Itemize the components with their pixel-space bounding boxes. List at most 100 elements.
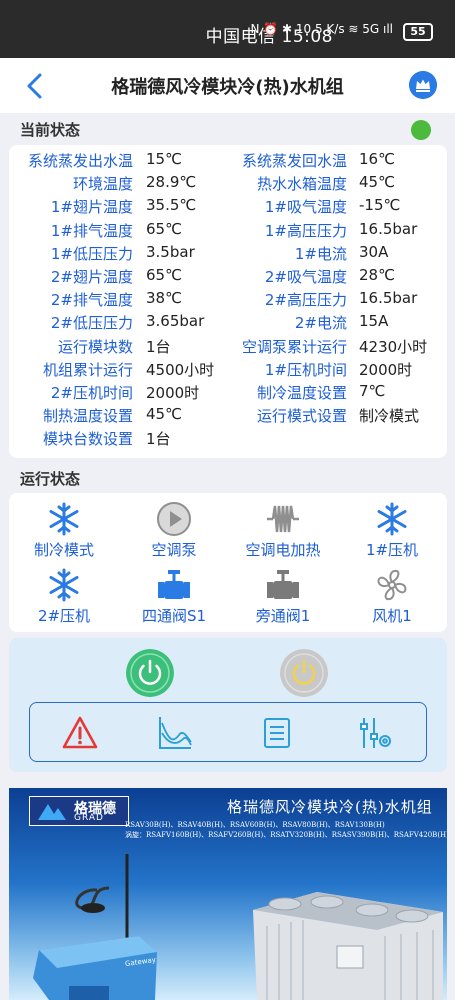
status-label: 制热温度设置 bbox=[42, 407, 133, 426]
status-row: 环境温度 28.9℃ 热水水箱温度 45℃ bbox=[9, 173, 447, 196]
op-ac-pump: 空调泵 bbox=[119, 501, 229, 560]
status-label: 1#高压压力 bbox=[264, 221, 347, 240]
op-compressor-1: 1#压机 bbox=[337, 501, 447, 560]
status-label: 1#压机时间 bbox=[264, 360, 347, 379]
status-value: 65℃ bbox=[146, 219, 182, 238]
page-title: 格瑞德风冷模块冷(热)水机组 bbox=[111, 77, 344, 98]
play-circle-icon bbox=[157, 502, 191, 536]
op-label: 风机1 bbox=[372, 607, 412, 625]
op-bypass-valve: 旁通阀1 bbox=[228, 567, 338, 626]
status-label: 2#翅片温度 bbox=[50, 268, 133, 286]
fan-icon bbox=[377, 569, 407, 601]
status-row: 1#翅片温度 35.5℃ 1#吸气温度 -15℃ bbox=[9, 196, 447, 219]
status-row: 2#排气温度 38℃ 2#高压压力 16.5bar bbox=[9, 289, 447, 312]
status-row: 运行模块数 1台 空调泵累计运行 4230小时 bbox=[9, 336, 447, 359]
status-label: 系统蒸发出水温 bbox=[27, 152, 133, 170]
status-label: 2#排气温度 bbox=[50, 291, 133, 310]
banner-models-line2: 涡旋：RSAFV160B(H)、RSAFV260B(H)、RSATV320B(H… bbox=[125, 831, 447, 839]
status-value: 2000时 bbox=[146, 384, 200, 402]
product-banner: 格瑞德 GRAD 格瑞德风冷模块冷(热)水机组 RSAV30B(H)、RSAV4… bbox=[9, 788, 447, 1000]
status-value: 3.65bar bbox=[146, 312, 205, 331]
status-value: 15A bbox=[359, 312, 389, 331]
curve-chart-icon[interactable] bbox=[157, 715, 193, 751]
control-panel bbox=[9, 638, 447, 772]
status-value: 4500小时 bbox=[146, 360, 215, 379]
status-value: 28℃ bbox=[359, 266, 395, 284]
status-value: 2000时 bbox=[359, 360, 413, 379]
status-value: 1台 bbox=[146, 337, 171, 356]
status-label: 1#电流 bbox=[294, 244, 347, 263]
valve-icon bbox=[267, 570, 299, 599]
status-value: 制冷模式 bbox=[359, 407, 420, 426]
crown-icon[interactable] bbox=[409, 71, 437, 99]
status-row: 2#翅片温度 65℃ 2#吸气温度 28℃ bbox=[9, 266, 447, 289]
op-label: 空调电加热 bbox=[245, 541, 321, 559]
status-value: 16℃ bbox=[359, 150, 395, 168]
chiller-unit-image bbox=[253, 892, 443, 1000]
status-value: 38℃ bbox=[146, 289, 182, 308]
current-status-heading: 当前状态 bbox=[20, 121, 81, 139]
op-compressor-2: 2#压机 bbox=[9, 567, 119, 626]
operation-status-card: 制冷模式 空调泵 空调电加热 1#压机 2#压机 四通阀S1 旁通阀1 风机1 bbox=[9, 493, 447, 632]
status-label: 运行模式设置 bbox=[256, 407, 347, 426]
status-label: 2#低压压力 bbox=[50, 314, 133, 333]
status-label: 2#吸气温度 bbox=[264, 268, 347, 286]
status-row: 机组累计运行 4500小时 1#压机时间 2000时 bbox=[9, 359, 447, 382]
status-value: -15℃ bbox=[359, 196, 401, 215]
op-label: 旁通阀1 bbox=[255, 607, 311, 625]
op-fan-1: 风机1 bbox=[337, 567, 447, 626]
status-row: 制热温度设置 45℃ 运行模式设置 制冷模式 bbox=[9, 405, 447, 428]
settings-sliders-icon[interactable] bbox=[358, 715, 394, 751]
operation-status-heading: 运行状态 bbox=[20, 470, 81, 488]
status-label: 1#翅片温度 bbox=[50, 198, 133, 217]
op-label: 空调泵 bbox=[151, 541, 197, 559]
alarm-triangle-icon[interactable] bbox=[62, 715, 98, 751]
status-label: 1#低压压力 bbox=[50, 244, 133, 263]
list-document-icon[interactable] bbox=[259, 715, 295, 751]
status-label: 系统蒸发回水温 bbox=[241, 152, 347, 170]
system-status-bar: 中国电信 15:08 N ⏰ ✱ 10.5 K/s ≋ 5G ıll 55 bbox=[0, 0, 455, 58]
grad-logo: 格瑞德 GRAD bbox=[29, 796, 129, 826]
op-label: 四通阀S1 bbox=[141, 607, 207, 625]
heater-coil-icon bbox=[267, 505, 299, 533]
title-bar: 格瑞德风冷模块冷(热)水机组 bbox=[0, 58, 455, 113]
status-grid: 系统蒸发出水温 15℃ 系统蒸发回水温 16℃ 环境温度 28.9℃ 热水水箱温度 45℃ 1#… bbox=[9, 146, 447, 458]
status-value: 28.9℃ bbox=[146, 173, 197, 192]
status-value: 3.5bar bbox=[146, 242, 195, 261]
power-on-button[interactable] bbox=[126, 649, 174, 697]
op-four-way-valve: 四通阀S1 bbox=[119, 567, 229, 626]
status-value: 1台 bbox=[146, 430, 171, 449]
grad-logo-mark bbox=[38, 804, 66, 820]
status-label: 1#排气温度 bbox=[50, 221, 133, 240]
status-row: 2#低压压力 3.65bar 2#电流 15A bbox=[9, 312, 447, 335]
status-label: 热水水箱温度 bbox=[256, 175, 347, 194]
status-row: 1#低压压力 3.5bar 1#电流 30A bbox=[9, 243, 447, 266]
power-off-button[interactable] bbox=[280, 649, 328, 697]
status-label: 1#吸气温度 bbox=[264, 198, 347, 217]
status-value: 45℃ bbox=[359, 173, 395, 192]
logo-text-en: GRAD bbox=[74, 813, 104, 823]
chevron-left-icon[interactable] bbox=[22, 71, 48, 101]
status-value: 16.5bar bbox=[359, 289, 418, 308]
snowflake-icon bbox=[49, 568, 79, 602]
status-label: 模块台数设置 bbox=[42, 430, 133, 449]
status-value: 16.5bar bbox=[359, 219, 418, 238]
status-label: 2#压机时间 bbox=[50, 384, 133, 402]
op-label: 2#压机 bbox=[37, 607, 91, 625]
snowflake-icon bbox=[377, 502, 407, 536]
status-label: 2#高压压力 bbox=[264, 291, 347, 310]
status-value: 65℃ bbox=[146, 266, 182, 284]
op-cooling-mode: 制冷模式 bbox=[9, 501, 119, 560]
banner-title: 格瑞德风冷模块冷(热)水机组 bbox=[227, 798, 433, 816]
status-label: 环境温度 bbox=[72, 175, 133, 194]
status-label: 2#电流 bbox=[294, 314, 347, 333]
status-icons: N ⏰ ✱ 10.5 K/s ≋ 5G ıll bbox=[250, 22, 393, 36]
op-label: 1#压机 bbox=[365, 541, 419, 559]
online-status-indicator bbox=[411, 120, 431, 140]
status-value: 35.5℃ bbox=[146, 196, 197, 215]
op-electric-heating: 空调电加热 bbox=[228, 501, 338, 560]
status-value: 30A bbox=[359, 242, 389, 261]
status-row: 模块台数设置 1台 bbox=[9, 428, 447, 451]
status-value: 45℃ bbox=[146, 405, 182, 424]
valve-icon bbox=[158, 570, 190, 599]
